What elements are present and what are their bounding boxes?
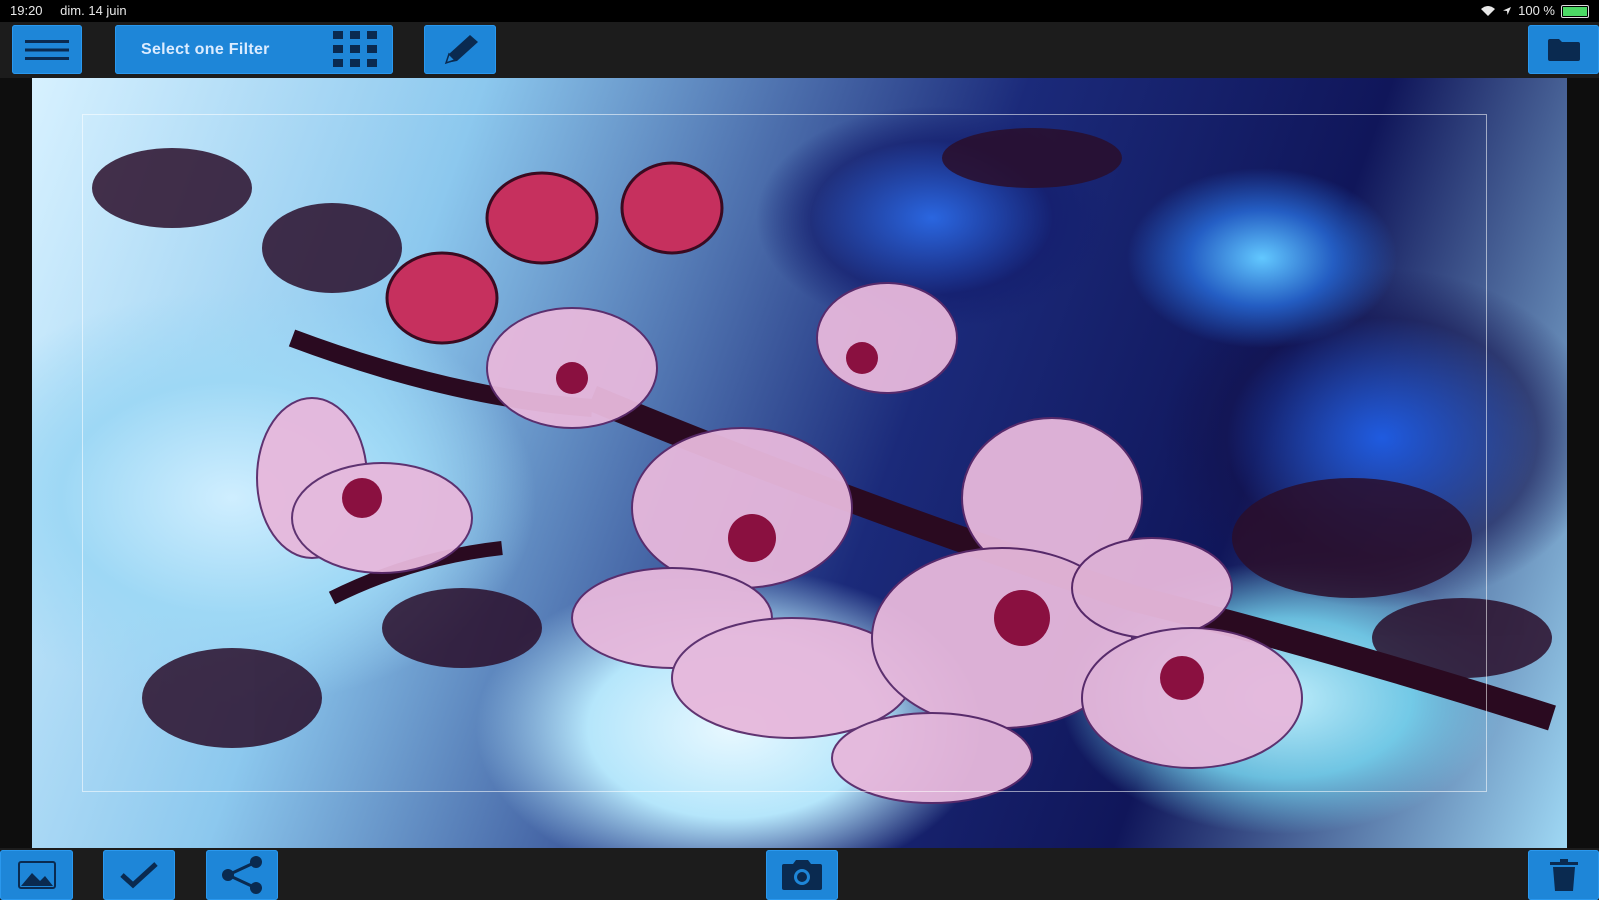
camera-button[interactable]	[766, 850, 838, 900]
confirm-button[interactable]	[103, 850, 175, 900]
select-filter-label: Select one Filter	[141, 40, 270, 58]
gallery-button[interactable]	[0, 850, 73, 900]
status-time: 19:20	[10, 3, 43, 18]
crop-frame[interactable]	[82, 114, 1487, 792]
folder-icon	[1547, 38, 1580, 61]
delete-button[interactable]	[1528, 850, 1599, 900]
menu-button[interactable]	[12, 25, 82, 74]
share-icon	[222, 856, 262, 894]
wifi-icon	[1481, 6, 1496, 16]
camera-icon	[782, 860, 822, 890]
photo-canvas[interactable]	[32, 78, 1567, 848]
hamburger-menu-icon	[25, 39, 69, 60]
trash-icon	[1549, 859, 1578, 891]
status-right: 100 %	[1480, 0, 1589, 22]
battery-percent: 100 %	[1518, 3, 1555, 18]
image-icon	[17, 861, 56, 889]
battery-icon	[1561, 4, 1589, 18]
select-filter-button[interactable]: Select one Filter	[115, 25, 393, 74]
top-toolbar: Select one Filter	[0, 22, 1599, 78]
folder-button[interactable]	[1528, 25, 1599, 74]
location-icon	[1503, 7, 1512, 15]
bottom-toolbar	[0, 848, 1599, 900]
checkmark-icon	[120, 862, 158, 889]
pencil-icon	[444, 34, 478, 64]
photo-area	[0, 78, 1599, 848]
status-left: 19:20 dim. 14 juin	[10, 0, 141, 22]
share-button[interactable]	[206, 850, 278, 900]
status-date: dim. 14 juin	[60, 3, 127, 18]
status-bar: 19:20 dim. 14 juin 100 %	[0, 0, 1599, 22]
edit-button[interactable]	[424, 25, 496, 74]
grid-icon	[333, 31, 377, 67]
